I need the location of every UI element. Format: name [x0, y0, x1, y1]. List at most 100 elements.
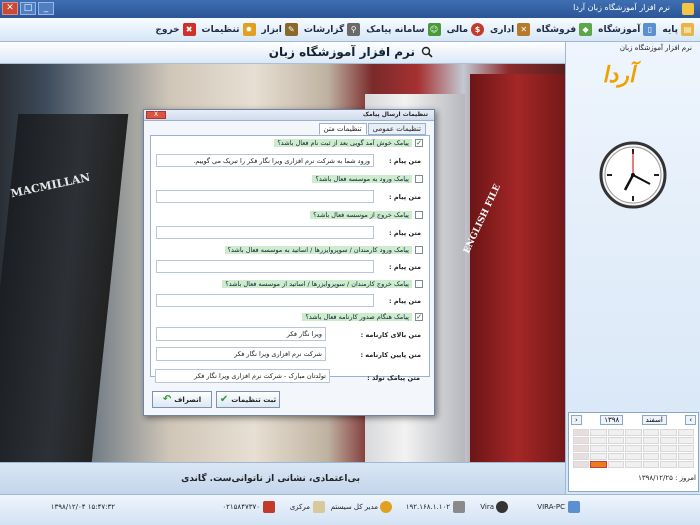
checkbox[interactable]	[415, 246, 423, 254]
calendar-day[interactable]	[607, 429, 625, 436]
check-report-card[interactable]: ✓ پیامک هنگام صدور کارنامه فعال باشد؟	[302, 313, 423, 321]
menu-reports[interactable]: ⚲ گزارشات	[304, 23, 361, 36]
calendar-day[interactable]	[625, 437, 642, 444]
calendar-prev-button[interactable]: ‹	[571, 415, 582, 425]
calendar-year[interactable]: ۱۳۹۸	[600, 415, 624, 425]
calendar-day[interactable]	[573, 453, 590, 460]
calendar-day[interactable]	[677, 461, 694, 468]
calendar-day[interactable]	[660, 429, 677, 436]
menu-school[interactable]: ▯ آموزشگاه	[598, 23, 657, 36]
search-icon: ⚲	[347, 23, 361, 36]
today-date: امروز : ۱۳۹۸/۱۲/۲۵	[638, 474, 696, 482]
calendar-day[interactable]	[607, 445, 625, 452]
tab-text-settings[interactable]: تنظیمات متن	[318, 123, 367, 135]
calendar-day[interactable]	[677, 429, 694, 436]
birthday-message-field[interactable]: تولدتان مبارک - شرکت نرم افزاری ویرا نگا…	[155, 369, 330, 383]
calendar-day[interactable]	[625, 445, 642, 452]
staff-entry-message-field[interactable]	[156, 260, 374, 273]
check-exit[interactable]: پیامک خروج از موسسه فعال باشد؟	[310, 211, 423, 219]
calendar-day[interactable]	[642, 461, 660, 468]
entry-message-field[interactable]	[156, 190, 374, 203]
status-vira: Vira	[480, 503, 494, 511]
dialog-tabs: تنظیمات عمومی تنظیمات متن	[318, 123, 426, 135]
dialog-titlebar: تنظیمات ارسال پیامک X	[144, 110, 434, 121]
minimize-window-button[interactable]: _	[38, 2, 54, 15]
staff-exit-message-field[interactable]	[156, 294, 374, 307]
checkbox-label: پیامک خروج از موسسه فعال باشد؟	[310, 211, 412, 219]
maximize-window-button[interactable]: □	[20, 2, 36, 15]
dialog-close-button[interactable]: X	[146, 111, 166, 119]
calendar-day[interactable]	[677, 445, 694, 452]
calendar-day[interactable]	[607, 461, 625, 468]
close-window-button[interactable]: ✕	[2, 2, 18, 15]
calendar-days	[569, 427, 698, 470]
welcome-message-field[interactable]: ورود شما به شرکت نرم افزاری ویرا نگار فک…	[156, 154, 374, 167]
calendar-next-button[interactable]: ›	[685, 415, 696, 425]
book-spine-right	[470, 74, 565, 462]
save-settings-button[interactable]: ثبت تنظیمات ✔	[216, 391, 280, 408]
tab-general-settings[interactable]: تنظیمات عمومی	[367, 123, 426, 135]
menu-exit[interactable]: ✖ خروج	[155, 23, 196, 36]
message-label: متن پیام :	[389, 297, 421, 305]
calendar-day[interactable]	[642, 437, 660, 444]
menu-sms[interactable]: ☺ سامانه پیامک	[366, 23, 441, 36]
user-icon	[380, 501, 392, 513]
check-staff-entry[interactable]: پیامک ورود کارمندان / سوپروایزرها / اسات…	[224, 246, 423, 254]
checkbox[interactable]	[415, 175, 423, 183]
calendar-day[interactable]	[625, 461, 642, 468]
calendar-day[interactable]	[590, 445, 607, 452]
calendar-day[interactable]	[590, 453, 607, 460]
calendar-day[interactable]	[573, 429, 590, 436]
checkbox-label: پیامک ورود کارمندان / سوپروایزرها / اسات…	[224, 246, 412, 254]
calendar-day[interactable]	[573, 461, 590, 468]
calendar-day[interactable]	[590, 429, 607, 436]
calendar-day-today[interactable]	[590, 461, 607, 468]
magnifier-icon	[421, 46, 433, 58]
calendar-day[interactable]	[573, 437, 590, 444]
calendar-day[interactable]	[660, 445, 677, 452]
book-icon: ▯	[643, 23, 657, 36]
calendar-day[interactable]	[573, 445, 590, 452]
checkbox[interactable]: ✓	[415, 139, 423, 147]
calendar-day[interactable]	[642, 453, 660, 460]
calendar-day[interactable]	[642, 445, 660, 452]
app-icon	[682, 3, 694, 15]
calendar-day[interactable]	[660, 453, 677, 460]
calendar-day[interactable]	[660, 437, 677, 444]
check-welcome[interactable]: ✓ پیامک خوش آمد گویی بعد از ثبت نام فعال…	[274, 139, 423, 147]
calendar-day[interactable]	[607, 437, 625, 444]
birthday-label: متن پیامک تولد :	[367, 374, 420, 382]
status-datetime: ۱۵:۴۷:۳۲ ۱۳۹۸/۱۲/۰۴	[50, 503, 115, 511]
calendar-day[interactable]	[590, 437, 607, 444]
calendar-month[interactable]: اسفند	[641, 415, 667, 425]
calendar-day[interactable]	[642, 429, 660, 436]
report-top-field[interactable]: ویرا نگار فکر	[156, 327, 326, 341]
check-entry[interactable]: پیامک ورود به موسسه فعال باشد؟	[312, 175, 423, 183]
menu-settings[interactable]: ✹ تنظیمات	[202, 23, 256, 36]
checkbox[interactable]: ✓	[415, 313, 423, 321]
menu-store[interactable]: ◆ فروشگاه	[536, 23, 593, 36]
calendar-day[interactable]	[677, 437, 694, 444]
money-icon: $	[471, 23, 485, 36]
calendar-day[interactable]	[607, 453, 625, 460]
right-panel: نرم افزار آموزشگاه زبان آردا › اسفند ۱۳۹…	[565, 42, 700, 494]
report-bottom-field[interactable]: شرکت نرم افزاری ویرا نگار فکر	[156, 347, 326, 361]
cart-icon: ◆	[579, 23, 593, 36]
checkbox[interactable]	[415, 280, 423, 288]
exit-message-field[interactable]	[156, 226, 374, 239]
cancel-button[interactable]: انصراف ↶	[152, 391, 212, 408]
message-label: متن پیام :	[389, 229, 421, 237]
menu-finance[interactable]: $ مالی	[447, 23, 485, 36]
phone-icon	[263, 501, 275, 513]
menu-tools[interactable]: ✎ ابزار	[262, 23, 298, 36]
checkbox[interactable]	[415, 211, 423, 219]
calendar-day[interactable]	[660, 461, 677, 468]
calendar-day[interactable]	[625, 429, 642, 436]
menu-base[interactable]: ▤ پایه	[662, 23, 694, 36]
calendar-day[interactable]	[677, 453, 694, 460]
calendar-day[interactable]	[625, 453, 642, 460]
computer-icon	[568, 501, 580, 513]
check-staff-exit[interactable]: پیامک خروج کارمندان / سوپروایزرها / اسات…	[222, 280, 423, 288]
menu-office[interactable]: ✕ اداری	[490, 23, 531, 36]
checkbox-label: پیامک ورود به موسسه فعال باشد؟	[312, 175, 412, 183]
